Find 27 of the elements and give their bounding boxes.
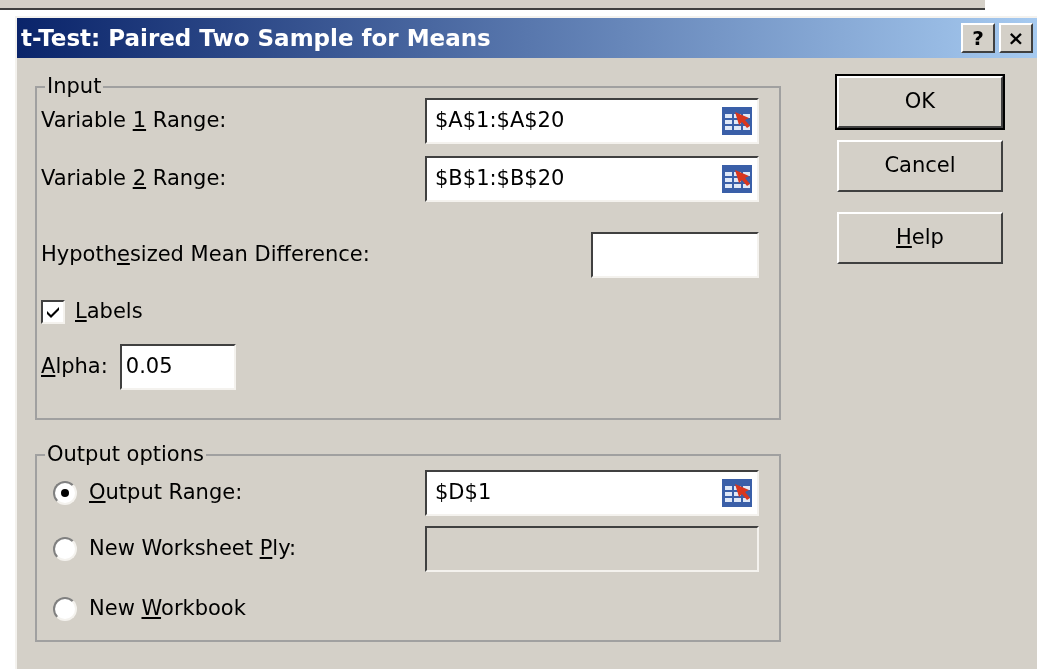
check-icon	[45, 305, 61, 319]
field-label: Variable 2 Range:	[41, 165, 227, 193]
range-field[interactable]: $D$1	[425, 470, 759, 516]
checkbox-label: Labels	[75, 298, 143, 326]
help-button[interactable]: ?	[961, 23, 995, 53]
radio-label: New Workbook	[89, 595, 247, 623]
input-field[interactable]: 0.05	[119, 344, 236, 390]
range-field[interactable]: $B$1:$B$20	[425, 156, 759, 202]
range-select-icon[interactable]	[721, 164, 753, 194]
field-label: Hypothesized Mean Difference:	[41, 241, 370, 269]
input-field[interactable]	[591, 232, 759, 278]
field-label: Variable 1 Range:	[41, 107, 227, 135]
radio-button[interactable]	[53, 597, 77, 621]
range-field[interactable]: $A$1:$A$20	[425, 98, 759, 144]
radio-label: Output Range:	[89, 479, 244, 507]
cancel-button[interactable]: Cancel	[837, 140, 1003, 192]
help-button[interactable]: Help	[837, 212, 1003, 264]
field-label: Alpha:	[41, 353, 108, 381]
radio-label: New Worksheet Ply:	[89, 535, 298, 563]
range-select-icon[interactable]	[721, 106, 753, 136]
close-button[interactable]: ×	[999, 23, 1033, 53]
radio-button[interactable]	[53, 481, 77, 505]
range-select-icon[interactable]	[721, 478, 753, 508]
radio-button[interactable]	[53, 537, 77, 561]
checkbox[interactable]	[41, 300, 65, 324]
ok-button[interactable]: OK	[837, 76, 1003, 128]
window-title: t-Test: Paired Two Sample for Means	[21, 23, 492, 53]
